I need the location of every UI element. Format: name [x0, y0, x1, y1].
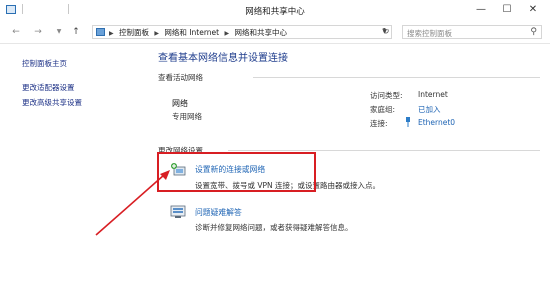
breadcrumb-item[interactable]: 网络和共享中心 [235, 28, 288, 37]
connections-label: 连接: [370, 119, 388, 128]
address-bar: ← → ▼ ↑ ▶ 控制面板 ▶ 网络和 Internet ▶ 网络和共享中心 … [0, 20, 550, 44]
network-type: 专用网络 [172, 112, 202, 121]
ethernet-link[interactable]: Ethernet0 [418, 118, 455, 127]
access-type-value: Internet [418, 90, 448, 99]
network-name: 网络 [172, 99, 188, 108]
breadcrumb-separator-icon[interactable]: ▶ [109, 30, 114, 37]
breadcrumb-separator-icon[interactable]: ▶ [154, 30, 159, 37]
homegroup-label: 家庭组: [370, 105, 396, 114]
breadcrumb-item[interactable]: 网络和 Internet [164, 28, 219, 37]
breadcrumb[interactable]: ▶ 控制面板 ▶ 网络和 Internet ▶ 网络和共享中心 ▼ [92, 25, 392, 39]
divider [228, 150, 540, 151]
sidebar-item-advanced-sharing[interactable]: 更改高级共享设置 [22, 97, 82, 108]
troubleshoot-description: 诊断并修复网络问题，或者获得疑难解答信息。 [195, 223, 353, 232]
divider [253, 77, 540, 78]
sidebar-item-adapter-settings[interactable]: 更改适配器设置 [22, 82, 75, 93]
maximize-button[interactable]: ☐ [496, 2, 518, 17]
minimize-button[interactable]: — [470, 2, 492, 17]
homegroup-link[interactable]: 已加入 [418, 104, 441, 115]
page-title: 查看基本网络信息并设置连接 [158, 53, 288, 64]
back-button[interactable]: ← [10, 26, 22, 38]
control-panel-icon [96, 28, 105, 36]
up-button[interactable]: ↑ [70, 26, 82, 38]
ethernet-icon [405, 117, 411, 127]
refresh-button[interactable]: ↻ [382, 27, 390, 37]
search-icon[interactable]: ⚲ [530, 27, 537, 37]
sidebar-item-control-panel-home[interactable]: 控制面板主页 [22, 58, 67, 69]
search-input[interactable]: 搜索控制面板 ⚲ [402, 25, 542, 39]
access-type-label: 访问类型: [370, 91, 403, 100]
close-button[interactable]: ✕ [522, 2, 544, 17]
troubleshoot-link[interactable]: 问题疑难解答 [195, 207, 242, 218]
search-placeholder: 搜索控制面板 [407, 29, 452, 38]
forward-button[interactable]: → [32, 26, 44, 38]
window-title: 网络和共享中心 [245, 7, 305, 17]
active-networks-section: 查看活动网络 [158, 72, 540, 84]
breadcrumb-separator-icon[interactable]: ▶ [224, 30, 229, 37]
breadcrumb-item[interactable]: 控制面板 [119, 28, 149, 37]
section-title: 查看活动网络 [158, 73, 203, 82]
title-bar: 网络和共享中心 — ☐ ✕ [0, 0, 550, 20]
recent-dropdown-icon[interactable]: ▼ [53, 26, 65, 38]
highlight-box [157, 152, 316, 192]
annotation-arrow [95, 170, 170, 236]
